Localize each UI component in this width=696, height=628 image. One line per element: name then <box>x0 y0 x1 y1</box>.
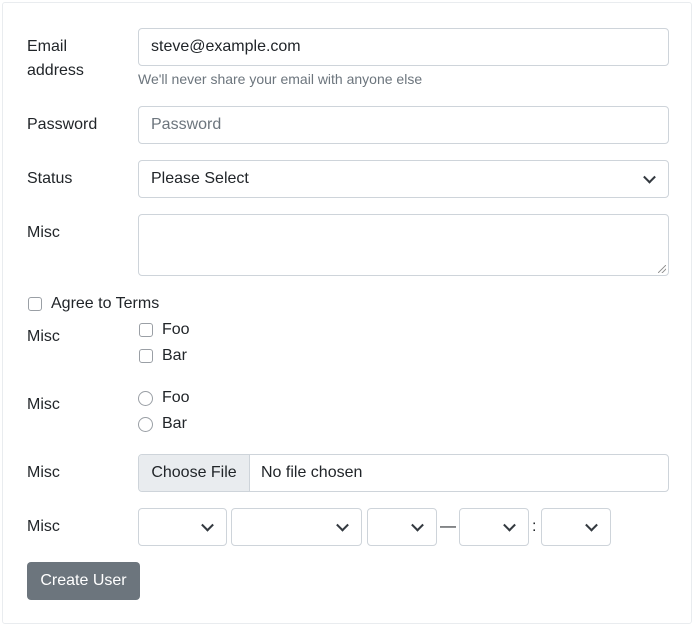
checkbox-foo-label: Foo <box>162 321 190 338</box>
misc-textarea[interactable] <box>138 214 669 276</box>
email-label-line2: address <box>27 62 84 79</box>
resize-grip-icon[interactable] <box>658 265 666 273</box>
misc-textarea-label: Misc <box>27 224 60 241</box>
misc-checkboxes-label: Misc <box>27 328 60 345</box>
chevron-down-icon <box>411 518 424 532</box>
radio-bar-label: Bar <box>162 415 187 432</box>
agree-label: Agree to Terms <box>51 295 160 312</box>
date-select-1[interactable] <box>138 508 227 546</box>
misc-radios-label: Misc <box>27 396 60 413</box>
chevron-down-icon <box>336 518 349 532</box>
radio-foo[interactable] <box>138 391 153 406</box>
status-select[interactable]: Please Select <box>138 160 669 198</box>
range-separator: — <box>440 518 456 535</box>
time-separator: : <box>532 518 537 535</box>
date-select-2[interactable] <box>231 508 362 546</box>
create-user-button[interactable]: Create User <box>27 562 140 600</box>
chevron-down-icon <box>585 518 598 532</box>
password-label: Password <box>27 116 98 133</box>
status-label: Status <box>27 170 73 187</box>
file-input[interactable]: Choose File No file chosen <box>138 454 669 492</box>
misc-datetime-label: Misc <box>27 518 60 535</box>
password-field[interactable]: Password <box>138 106 669 144</box>
agree-checkbox[interactable] <box>28 297 42 311</box>
email-label-line1: Email <box>27 38 68 55</box>
chevron-down-icon <box>201 518 214 532</box>
radio-bar[interactable] <box>138 417 153 432</box>
radio-foo-label: Foo <box>162 389 190 406</box>
checkbox-foo[interactable] <box>139 323 153 337</box>
email-help-text: We'll never share your email with anyone… <box>138 71 423 87</box>
email-field[interactable]: steve@example.com <box>138 28 669 66</box>
password-placeholder: Password <box>151 116 222 133</box>
checkbox-bar[interactable] <box>139 349 153 363</box>
time-select-minute[interactable] <box>541 508 611 546</box>
email-field-value: steve@example.com <box>151 38 301 55</box>
choose-file-button[interactable]: Choose File <box>139 455 250 491</box>
checkbox-bar-label: Bar <box>162 347 187 364</box>
chevron-down-icon <box>503 518 516 532</box>
date-select-3[interactable] <box>367 508 437 546</box>
file-status-text: No file chosen <box>261 464 363 481</box>
status-selected-value: Please Select <box>151 170 249 187</box>
time-select-hour[interactable] <box>459 508 529 546</box>
misc-file-label: Misc <box>27 464 60 481</box>
chevron-down-icon <box>643 170 656 184</box>
